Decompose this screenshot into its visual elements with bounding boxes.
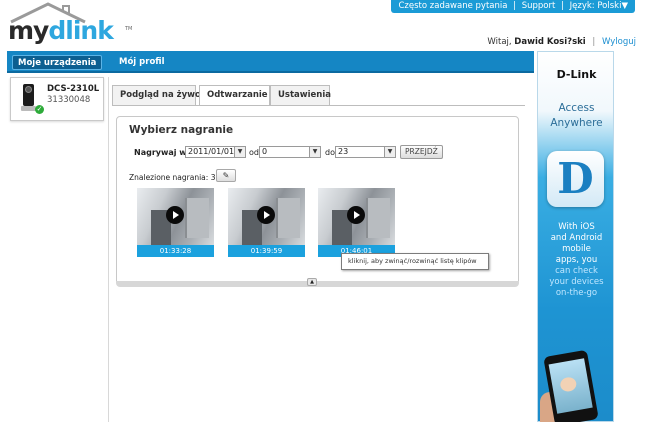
separator: | [513, 1, 517, 11]
nav-tab-my-profile[interactable]: Mój profil [114, 55, 170, 70]
found-recordings: Znalezione nagrania: 3 . [129, 173, 220, 182]
trademark: TM [125, 26, 133, 32]
from-hour-select[interactable]: 0 ▼ [259, 146, 321, 158]
chevron-down-icon: ▼ [234, 147, 245, 157]
top-links-bar: Często zadawane pytania | Support | Języ… [391, 0, 635, 13]
chevron-down-icon: ▼ [384, 147, 395, 157]
device-id: 31330048 [47, 95, 91, 105]
tab-playback[interactable]: Odtwarzanie [199, 85, 270, 106]
play-icon[interactable] [347, 206, 365, 224]
to-label: do [325, 148, 335, 157]
ad-text: With iOS and Android mobile apps, you ca… [549, 222, 604, 298]
main-nav: Moje urządzenia Mój profil [7, 51, 534, 73]
tab-live-view[interactable]: Podgląd na żywo [112, 85, 201, 105]
clip-time: 01:39:59 [228, 245, 305, 257]
camera-icon [21, 84, 36, 112]
go-button[interactable]: PRZEJDŹ [400, 145, 443, 159]
user-name: Dawid Kosi?ski [514, 37, 586, 47]
clip-thumbnail[interactable]: 01:39:59 [228, 188, 305, 257]
tab-settings[interactable]: Ustawienia [270, 85, 331, 105]
panel-title: Wybierz nagranie [129, 124, 234, 136]
device-list-item[interactable]: ✓ DCS-2310L 31330048 [10, 77, 104, 121]
chevron-down-icon: ▼ [309, 147, 320, 157]
play-icon[interactable] [257, 206, 275, 224]
clip-thumbnail[interactable]: 01:46:01 [318, 188, 395, 257]
language-label: Język: Polski [569, 1, 622, 11]
from-label: od [249, 148, 259, 157]
welcome-area: Witaj, Dawid Kosi?ski | Wyloguj [487, 37, 636, 47]
edit-pencil-icon[interactable]: ✎ [216, 169, 236, 182]
record-label: Nagrywaj w [134, 148, 187, 157]
to-hour-value: 23 [338, 147, 349, 156]
to-hour-select[interactable]: 23 ▼ [335, 146, 396, 158]
online-check-icon: ✓ [35, 105, 44, 114]
clip-thumbnail[interactable]: 01:33:28 [137, 188, 214, 257]
from-hour-value: 0 [262, 147, 268, 156]
device-name: DCS-2310L [47, 84, 100, 94]
nav-tab-my-devices[interactable]: Moje urządzenia [12, 55, 103, 70]
separator: | [592, 37, 596, 47]
greeting: Witaj, [487, 37, 512, 47]
separator: | [561, 1, 564, 11]
collapse-tooltip: kliknij, aby zwinąć/rozwinąć listę klipó… [341, 253, 489, 270]
date-select[interactable]: 2011/01/01 ▼ [185, 146, 246, 158]
mydlink-logo[interactable]: mydlink TM [6, 2, 133, 46]
collapse-arrow-icon[interactable]: ▲ [307, 278, 317, 286]
date-value: 2011/01/01 [188, 147, 235, 156]
logout-link[interactable]: Wyloguj [602, 37, 636, 47]
faq-link[interactable]: Często zadawane pytania [398, 1, 507, 11]
panel-footer [116, 281, 519, 287]
play-icon[interactable] [166, 206, 184, 224]
logo-text: mydlink [8, 16, 114, 45]
tab-divider [112, 105, 525, 106]
language-selector[interactable]: Język: Polski▼ [570, 1, 628, 11]
clip-time: 01:33:28 [137, 245, 214, 257]
support-link[interactable]: Support [522, 1, 556, 11]
dlink-app-icon: D [547, 151, 604, 207]
ad-brand: D-Link [556, 68, 597, 81]
chevron-down-icon: ▼ [621, 1, 628, 11]
ad-tagline: Access Anywhere [550, 102, 603, 129]
mobile-app-ad[interactable]: D-Link Access Anywhere D With iOS and An… [537, 51, 614, 422]
found-label: Znalezione nagrania: [129, 173, 209, 182]
